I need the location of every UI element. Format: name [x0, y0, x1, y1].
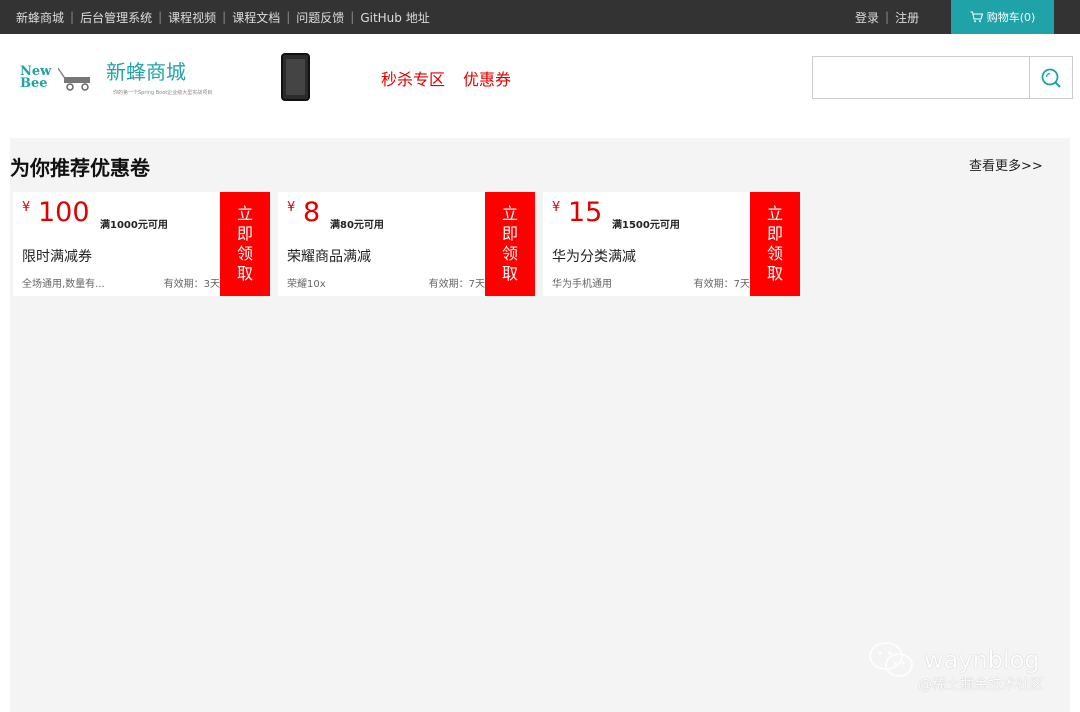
section-title: 为你推荐优惠卷: [10, 156, 150, 180]
currency-symbol: ¥: [552, 200, 561, 215]
currency-symbol: ¥: [22, 200, 31, 215]
top-link-videos[interactable]: 课程视频: [168, 9, 216, 26]
coupon-amount: 100: [38, 197, 90, 228]
claim-char: 领: [236, 244, 253, 263]
claim-char: 取: [501, 264, 518, 283]
coupon-expiry: 有效期：3天: [163, 279, 220, 290]
register-link[interactable]: 注册: [895, 9, 919, 26]
nav-coupons[interactable]: 优惠券: [463, 66, 511, 90]
search-box: [812, 56, 1073, 99]
coupon-condition: 满1000元可用: [100, 220, 168, 231]
divider: |: [70, 10, 75, 24]
watermark-sub: @稀土掘金技术社区: [918, 677, 1044, 693]
divider: |: [222, 10, 227, 24]
coupon-expiry: 有效期：7天: [428, 279, 485, 290]
claim-char: 立: [236, 204, 253, 223]
coupon-card: ¥ 100 满1000元可用 限时满减券 全场通用,数量有... 有效期：3天 …: [13, 192, 270, 296]
divider: |: [885, 10, 890, 24]
claim-coupon-button[interactable]: 立 即 领 取: [485, 192, 535, 296]
coupon-card: ¥ 15 满1500元可用 华为分类满减 华为手机通用 有效期：7天 立 即 领…: [543, 192, 800, 296]
cart-label: 购物车(0): [986, 11, 1036, 24]
claim-char: 即: [766, 224, 783, 243]
top-nav: 新蜂商城 | 后台管理系统 | 课程视频 | 课程文档 | 问题反馈 | Git…: [16, 0, 430, 34]
claim-char: 领: [501, 244, 518, 263]
coupon-name: 华为分类满减: [552, 249, 636, 265]
coupon-section: 为你推荐优惠卷 查看更多>> ¥ 100 满1000元可用 限时满减券 全场通用…: [10, 138, 1070, 712]
claim-char: 取: [236, 264, 253, 283]
nav-flash-sale[interactable]: 秒杀专区: [381, 66, 445, 90]
watermark: waynblog @稀土掘金技术社区: [866, 640, 1044, 693]
coupon-description: 荣耀10x: [287, 279, 326, 290]
view-more-link[interactable]: 查看更多>>: [969, 155, 1043, 174]
coupon-condition: 满80元可用: [330, 220, 384, 231]
claim-char: 立: [766, 204, 783, 223]
auth-links: 登录 | 注册: [855, 0, 919, 34]
top-link-admin[interactable]: 后台管理系统: [80, 9, 152, 26]
coupon-card: ¥ 8 满80元可用 荣耀商品满减 荣耀10x 有效期：7天 立 即 领 取: [278, 192, 535, 296]
top-link-feedback[interactable]: 问题反馈: [296, 9, 344, 26]
top-link-github[interactable]: GitHub 地址: [360, 9, 429, 26]
coupon-body: ¥ 8 满80元可用 荣耀商品满减 荣耀10x 有效期：7天: [278, 192, 485, 296]
logo-wordmark[interactable]: New Bee: [20, 65, 51, 91]
coupon-name: 限时满减券: [22, 249, 92, 265]
claim-char: 立: [501, 204, 518, 223]
cart-button[interactable]: 购物车(0): [951, 0, 1054, 34]
top-bar: 新蜂商城 | 后台管理系统 | 课程视频 | 课程文档 | 问题反馈 | Git…: [0, 0, 1080, 34]
coupon-expiry: 有效期：7天: [693, 279, 750, 290]
claim-coupon-button[interactable]: 立 即 领 取: [220, 192, 270, 296]
coupon-condition: 满1500元可用: [612, 220, 680, 231]
logo-word-bee: Bee: [20, 76, 48, 91]
coupon-description: 华为手机通用: [552, 279, 612, 290]
claim-char: 取: [766, 264, 783, 283]
claim-char: 即: [501, 224, 518, 243]
top-link-mall[interactable]: 新蜂商城: [16, 9, 64, 26]
logo-cart-icon: [58, 67, 90, 91]
coupon-amount: 8: [303, 197, 321, 228]
brand-slogan: 你的第一个Spring Boot企业级大型实战项目: [113, 90, 213, 96]
currency-symbol: ¥: [287, 200, 296, 215]
coupon-body: ¥ 100 满1000元可用 限时满减券 全场通用,数量有... 有效期：3天: [13, 192, 220, 296]
login-link[interactable]: 登录: [855, 9, 879, 26]
top-link-docs[interactable]: 课程文档: [232, 9, 280, 26]
wechat-icon: [869, 642, 913, 677]
coupon-amount: 15: [568, 197, 603, 228]
phone-icon[interactable]: [281, 53, 310, 101]
brand-name[interactable]: 新蜂商城: [106, 56, 186, 85]
search-input[interactable]: [813, 57, 1029, 98]
claim-char: 领: [766, 244, 783, 263]
cart-icon: [970, 11, 983, 23]
claim-char: 即: [236, 224, 253, 243]
search-icon: [1041, 68, 1061, 88]
site-header: New Bee 新蜂商城 你的第一个Spring Boot企业级大型实战项目 秒…: [0, 34, 1080, 138]
coupon-list: ¥ 100 满1000元可用 限时满减券 全场通用,数量有... 有效期：3天 …: [13, 192, 808, 296]
coupon-name: 荣耀商品满减: [287, 249, 371, 265]
claim-coupon-button[interactable]: 立 即 领 取: [750, 192, 800, 296]
divider: |: [350, 10, 355, 24]
coupon-body: ¥ 15 满1500元可用 华为分类满减 华为手机通用 有效期：7天: [543, 192, 750, 296]
watermark-name: waynblog: [924, 646, 1040, 674]
search-button[interactable]: [1029, 57, 1072, 98]
divider: |: [286, 10, 291, 24]
divider: |: [158, 10, 163, 24]
coupon-description: 全场通用,数量有...: [22, 279, 105, 290]
main-nav: 秒杀专区 优惠券: [381, 66, 529, 90]
